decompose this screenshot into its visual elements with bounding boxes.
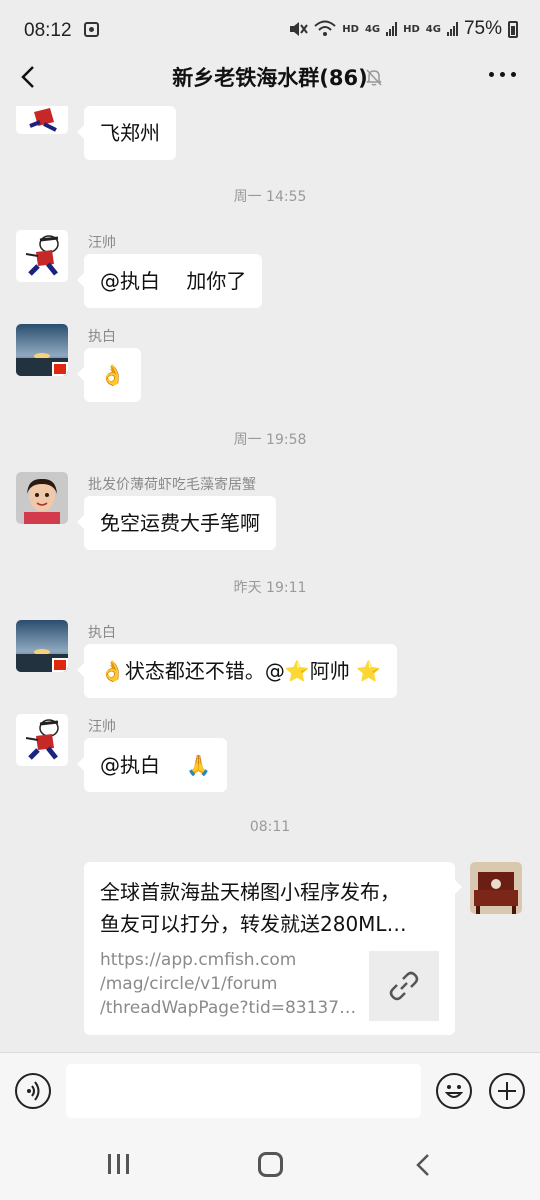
link-card-url-line: /threadWapPage?tid=83137… — [100, 998, 357, 1018]
link-card-title: 全球首款海盐天梯图小程序发布， 鱼友可以打分，转发就送280ML… — [100, 876, 440, 940]
child-avatar-image — [16, 472, 68, 524]
avatar-zhibai[interactable] — [16, 324, 68, 376]
hd-label: HD — [342, 23, 359, 35]
link-card-title-line: 鱼友可以打分，转发就送280ML… — [100, 912, 407, 936]
furniture-avatar-image — [470, 862, 522, 914]
screen-record-icon — [84, 22, 99, 37]
message-bubble[interactable]: @执白 加你了 — [76, 254, 263, 308]
chat-title: 新乡老铁海水群(86) — [172, 66, 368, 90]
message-list[interactable]: 飞郑州 周一 14:55 汪帅 @执白 加你了 执白 👌 周一 19:58 批发… — [0, 106, 540, 1052]
sender-name: 批发价薄荷虾吃毛藻寄居蟹 — [88, 477, 256, 493]
more-functions-button[interactable] — [489, 1073, 525, 1109]
more-options-button[interactable] — [489, 72, 516, 77]
cartoon-avatar-image — [16, 714, 68, 766]
sender-name: 执白 — [88, 329, 116, 345]
chat-header: 新乡老铁海水群(86) — [0, 50, 540, 106]
message-bubble[interactable]: 👌状态都还不错。@⭐阿帅 ⭐ — [76, 644, 398, 698]
message-bubble[interactable]: @执白 🙏 — [76, 738, 228, 792]
avatar-wangshuai[interactable] — [16, 714, 68, 766]
sender-name: 汪帅 — [88, 235, 116, 251]
cartoon-avatar-image — [16, 106, 68, 134]
emoji-icon — [444, 1085, 464, 1098]
avatar-self[interactable] — [470, 862, 522, 914]
recent-apps-button[interactable] — [108, 1154, 129, 1174]
link-icon — [389, 971, 419, 1001]
timestamp: 周一 19:58 — [233, 432, 307, 448]
link-thumbnail — [369, 951, 439, 1021]
link-card-url-line: https://app.cmfish.com — [100, 950, 297, 970]
status-time: 08:12 — [24, 20, 72, 41]
avatar-zhibai[interactable] — [16, 620, 68, 672]
sender-name: 执白 — [88, 625, 116, 641]
system-nav-bar — [0, 1130, 540, 1200]
wifi-icon — [314, 20, 336, 36]
sunset-avatar-image — [16, 324, 68, 376]
battery-percent: 75% — [463, 18, 502, 39]
avatar-wholesale[interactable] — [16, 472, 68, 524]
battery-icon — [508, 20, 518, 38]
signal-icon — [386, 22, 398, 36]
emoji-button[interactable] — [436, 1073, 472, 1109]
message-bubble[interactable]: 👌 — [77, 348, 141, 402]
timestamp: 周一 14:55 — [233, 189, 307, 205]
network-label: 4G — [425, 23, 441, 35]
back-nav-icon[interactable] — [412, 1152, 436, 1178]
status-icons: HD 4G HD 4G 75% — [288, 18, 518, 40]
avatar-wangshuai[interactable] — [16, 230, 68, 282]
link-card-title-line: 全球首款海盐天梯图小程序发布， — [100, 880, 400, 904]
voice-button[interactable] — [15, 1073, 51, 1109]
link-card-url: https://app.cmfish.com /mag/circle/v1/fo… — [100, 948, 362, 1020]
message-bubble[interactable]: 免空运费大手笔啊 — [77, 496, 276, 550]
sender-name: 汪帅 — [88, 719, 116, 735]
input-bar — [0, 1052, 540, 1130]
hd-label: HD — [403, 23, 420, 35]
avatar-wangshuai[interactable] — [16, 106, 68, 134]
cartoon-avatar-image — [16, 230, 68, 282]
bell-off-icon — [366, 69, 382, 86]
message-bubble[interactable]: 飞郑州 — [77, 106, 176, 160]
timestamp: 昨天 19:11 — [233, 580, 307, 596]
voice-icon — [27, 1081, 40, 1101]
link-card-url-line: /mag/circle/v1/forum — [100, 974, 278, 994]
signal-icon — [446, 22, 458, 36]
sunset-avatar-image — [16, 620, 68, 672]
plus-icon — [498, 1082, 516, 1100]
timestamp: 08:11 — [249, 819, 291, 835]
message-input[interactable] — [66, 1064, 421, 1118]
link-card[interactable]: 全球首款海盐天梯图小程序发布， 鱼友可以打分，转发就送280ML… https:… — [84, 862, 462, 1035]
mute-vibrate-icon — [290, 22, 309, 36]
network-label: 4G — [364, 23, 381, 35]
home-button[interactable] — [258, 1152, 283, 1177]
